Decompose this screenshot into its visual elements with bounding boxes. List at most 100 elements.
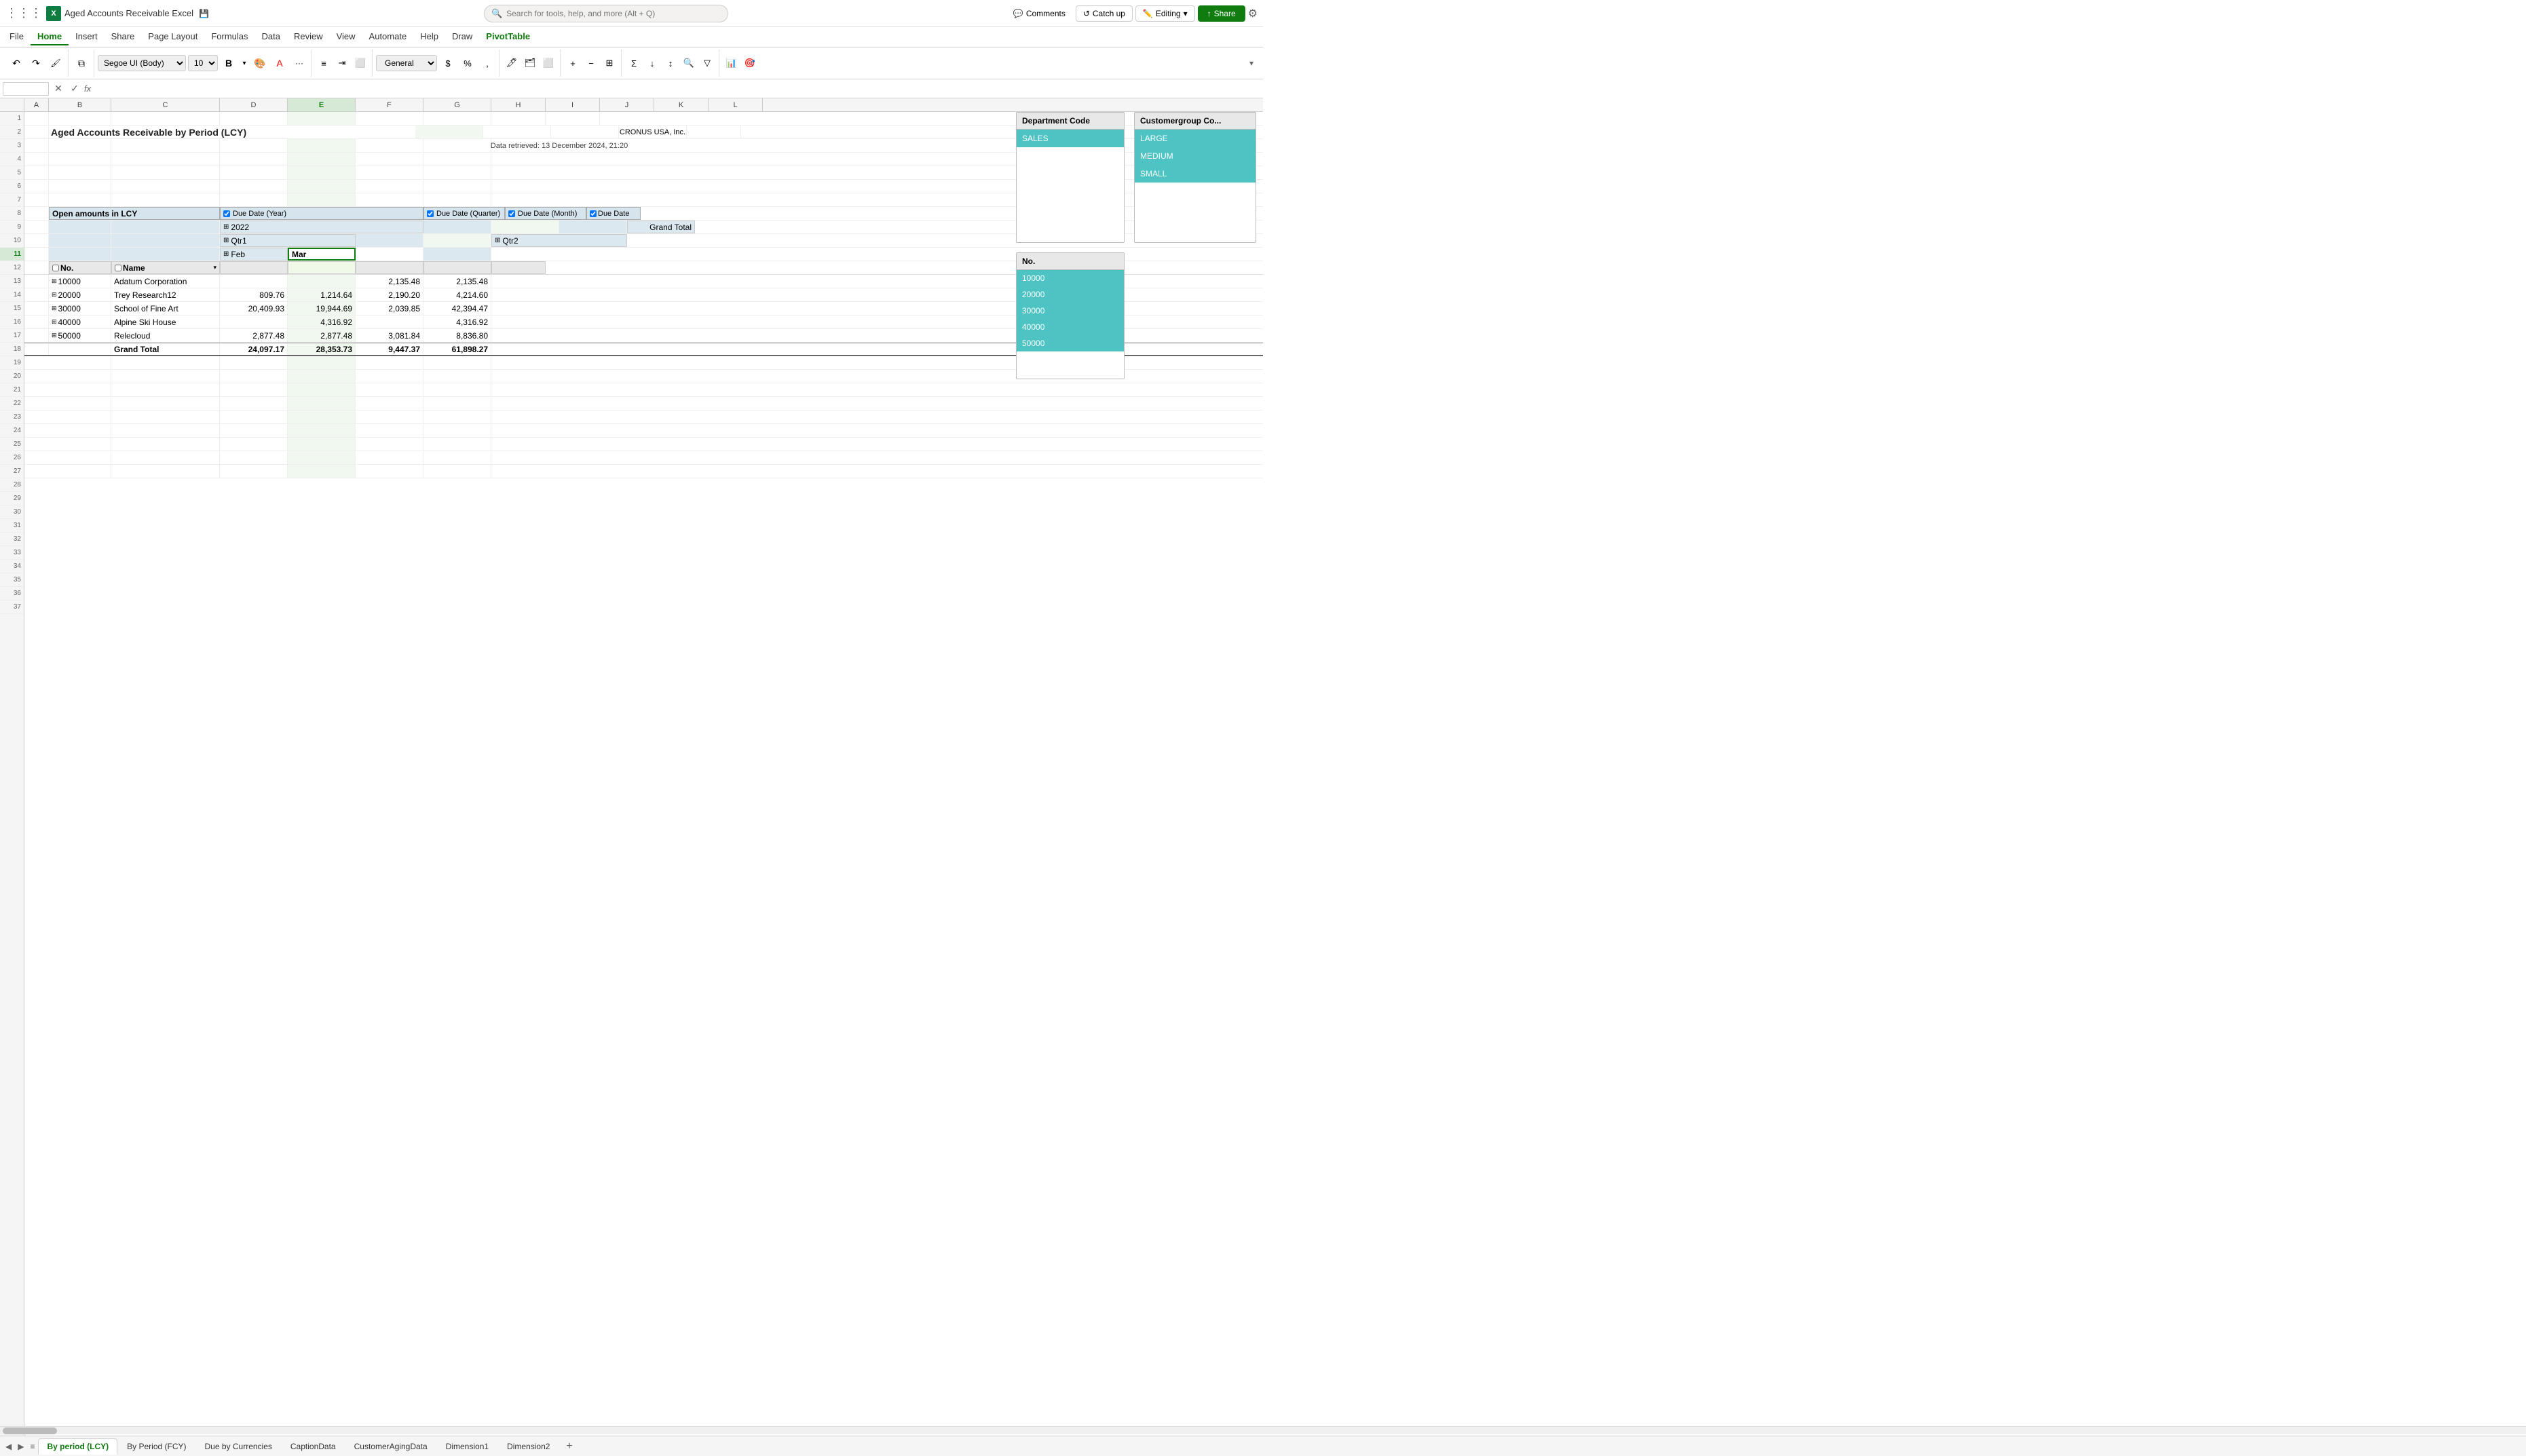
row-num-29[interactable]: 29 [0,492,24,505]
percent-btn[interactable]: % [459,54,476,72]
comma-btn[interactable]: , [478,54,496,72]
row-num-1[interactable]: 1 [0,112,24,126]
cell-d13[interactable] [220,275,288,288]
cond-format-btn[interactable]: 🖊 [503,54,521,72]
due-date-month-checkbox[interactable] [508,210,515,217]
undo-button[interactable]: ↶ [7,54,26,72]
col-header-c[interactable]: C [111,98,220,111]
cell-d14[interactable]: 809.76 [220,288,288,301]
row-num-16[interactable]: 16 [0,315,24,329]
cell-f16[interactable] [356,315,423,328]
sum-btn[interactable]: Σ [625,54,643,72]
tab-by-period-lcy[interactable]: By period (LCY) [38,1438,117,1455]
delete-cell-btn[interactable]: − [582,54,600,72]
row-num-20[interactable]: 20 [0,370,24,383]
tab-caption-data[interactable]: CaptionData [282,1438,345,1455]
row-num-22[interactable]: 22 [0,397,24,410]
formula-confirm-btn[interactable]: ✓ [68,82,81,96]
col-header-j[interactable]: J [600,98,654,111]
row-num-37[interactable]: 37 [0,600,24,614]
row-num-6[interactable]: 6 [0,180,24,193]
row-num-31[interactable]: 31 [0,519,24,533]
font-color-button[interactable]: A [271,54,288,72]
col-header-a[interactable]: A [24,98,49,111]
customergroup-item-small[interactable]: SMALL [1135,165,1256,183]
cell-e13[interactable] [288,275,356,288]
row-num-21[interactable]: 21 [0,383,24,397]
formula-cancel-btn[interactable]: ✕ [52,82,65,96]
no-item-10000[interactable]: 10000 [1017,270,1124,286]
cell-e15[interactable]: 19,944.69 [288,302,356,315]
cell-f15[interactable]: 2,039.85 [356,302,423,315]
row-num-9[interactable]: 9 [0,221,24,234]
chart-btn[interactable]: 📊 [723,54,740,72]
cell-c16[interactable]: Alpine Ski House [111,315,220,328]
dept-code-item-sales[interactable]: SALES [1017,130,1124,147]
cell-e16[interactable]: 4,316.92 [288,315,356,328]
bold-dropdown-button[interactable]: ▾ [240,54,249,72]
waffle-icon[interactable]: ⋮⋮⋮ [5,6,42,20]
cell-b17[interactable]: ⊞50000 [49,329,111,342]
row-num-36[interactable]: 36 [0,587,24,600]
due-date-quarter-checkbox[interactable] [427,210,434,217]
format-cell-btn[interactable]: ⊞ [601,54,618,72]
tab-data[interactable]: Data [255,28,287,45]
col-header-g[interactable]: G [423,98,491,111]
row-num-26[interactable]: 26 [0,451,24,465]
font-name-select[interactable]: Segoe UI (Body) [98,55,186,71]
find-btn[interactable]: 🔍 [680,54,698,72]
dollar-btn[interactable]: $ [439,54,457,72]
cell-d15[interactable]: 20,409.93 [220,302,288,315]
row-num-14[interactable]: 14 [0,288,24,302]
row-num-25[interactable]: 25 [0,438,24,451]
row-num-24[interactable]: 24 [0,424,24,438]
format-painter-button[interactable]: 🖌 [46,54,65,72]
row-num-34[interactable]: 34 [0,560,24,573]
redo-button[interactable]: ↷ [26,54,45,72]
fill-color-button[interactable]: 🎨 [251,54,269,72]
ribbon-expand-btn[interactable]: ▾ [1244,56,1259,71]
cell-e14[interactable]: 1,214.64 [288,288,356,301]
copy-button[interactable]: ⧉ [72,54,91,72]
col-header-b[interactable]: B [49,98,111,111]
horizontal-scrollbar[interactable] [0,1426,2526,1434]
tab-dimension1[interactable]: Dimension1 [437,1438,497,1455]
row-num-13[interactable]: 13 [0,275,24,288]
tab-draw[interactable]: Draw [445,28,479,45]
sheet-menu-btn[interactable]: ≡ [27,1440,37,1453]
cell-ref-input[interactable]: E11 [3,82,49,96]
customergroup-item-medium[interactable]: MEDIUM [1135,147,1256,165]
row-num-5[interactable]: 5 [0,166,24,180]
tab-insert[interactable]: Insert [69,28,105,45]
cell-g13[interactable]: 2,135.48 [423,275,491,288]
row-num-10[interactable]: 10 [0,234,24,248]
row-num-15[interactable]: 15 [0,302,24,315]
customergroup-item-large[interactable]: LARGE [1135,130,1256,147]
due-date-year-checkbox[interactable] [223,210,230,217]
row-num-23[interactable]: 23 [0,410,24,424]
tab-pivottable[interactable]: PivotTable [479,28,537,45]
col-header-l[interactable]: L [709,98,763,111]
row-num-4[interactable]: 4 [0,153,24,166]
cell-c17[interactable]: Relecloud [111,329,220,342]
search-bar[interactable]: 🔍 [484,5,728,22]
row-num-32[interactable]: 32 [0,533,24,546]
editing-button[interactable]: ✏️ Editing ▾ [1135,5,1195,22]
cell-g15[interactable]: 42,394.47 [423,302,491,315]
tab-file[interactable]: File [3,28,31,45]
no-item-40000[interactable]: 40000 [1017,319,1124,335]
table-format-btn[interactable]: 🗂 [521,54,539,72]
align-btn1[interactable]: ≡ [315,54,333,72]
tab-customer-aging-data[interactable]: CustomerAgingData [345,1438,436,1455]
cell-c13[interactable]: Adatum Corporation [111,275,220,288]
cell-b13[interactable]: ⊞10000 [49,275,111,288]
cell-g14[interactable]: 4,214.60 [423,288,491,301]
tab-review[interactable]: Review [287,28,330,45]
row-num-7[interactable]: 7 [0,193,24,207]
cell-b15[interactable]: ⊞30000 [49,302,111,315]
col-header-f[interactable]: F [356,98,423,111]
tab-view[interactable]: View [330,28,362,45]
tab-prev-btn[interactable]: ◀ [3,1440,14,1453]
cell-b14[interactable]: ⊞20000 [49,288,111,301]
fill-btn[interactable]: ↓ [643,54,661,72]
